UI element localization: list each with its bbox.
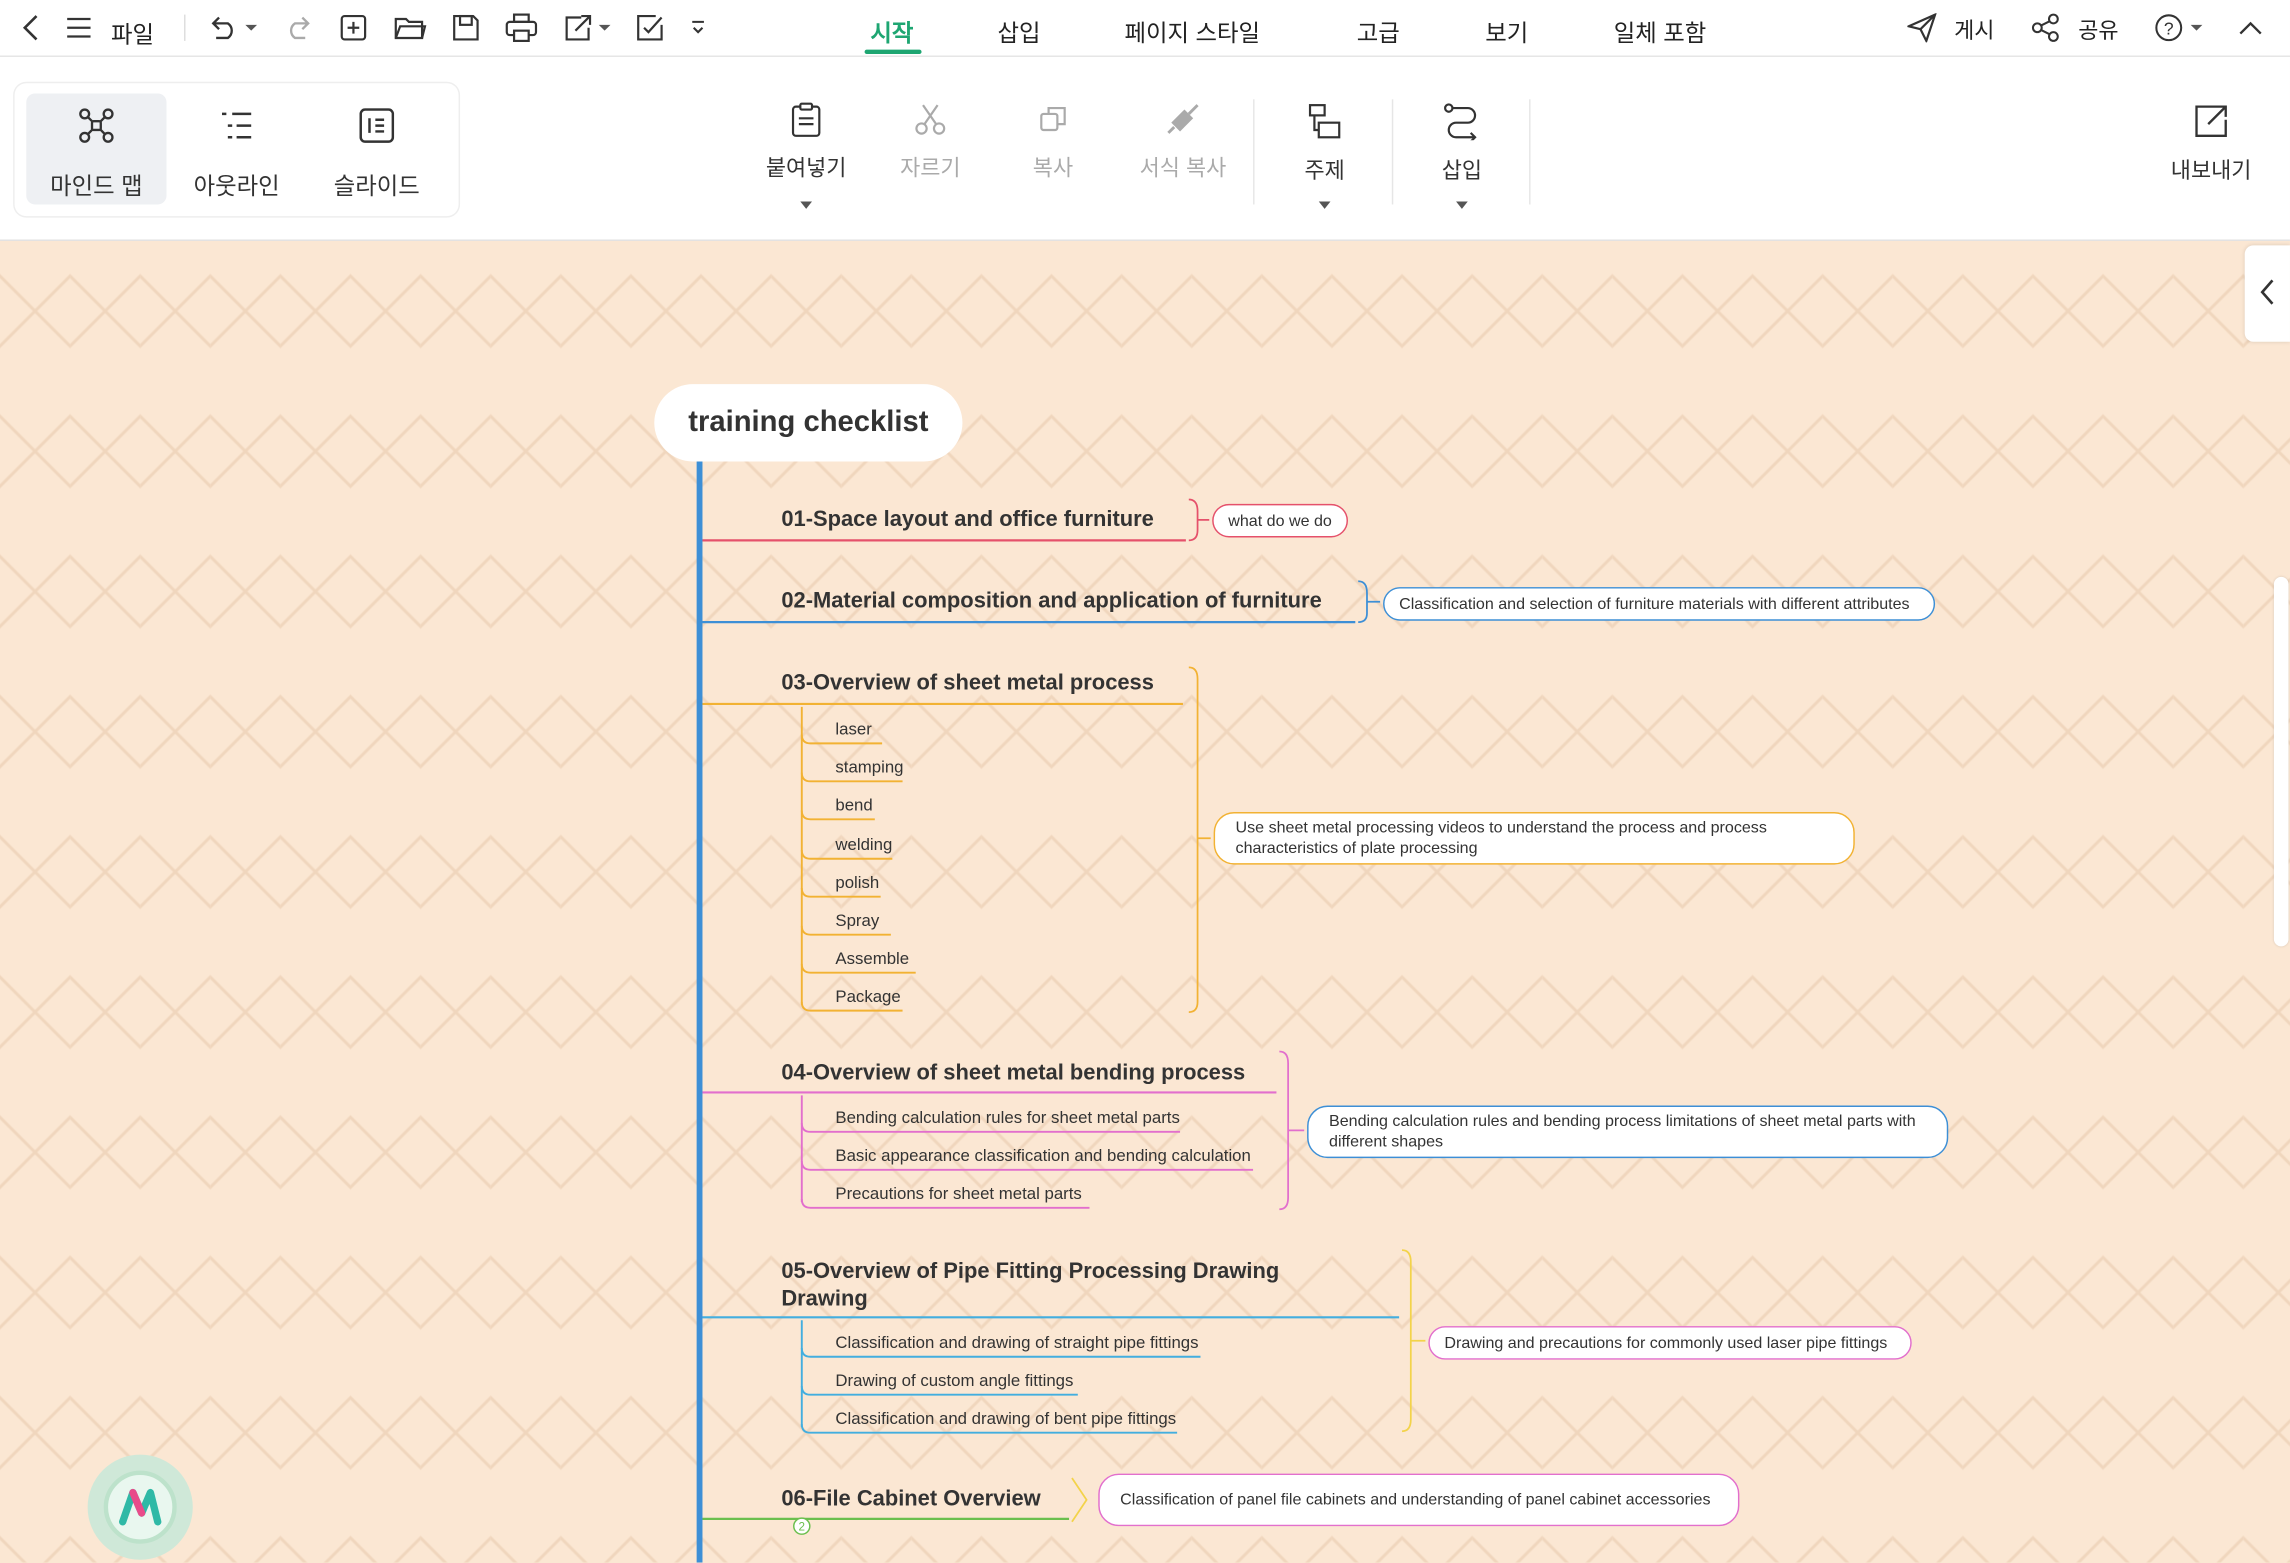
callout-text: Bending calculation rules and bending pr… [1329, 1112, 1916, 1151]
topic-02[interactable]: 02-Material composition and application … [781, 589, 1321, 614]
note-bracket [1188, 666, 1211, 1013]
callout-note[interactable]: Bending calculation rules and bending pr… [1307, 1105, 1949, 1159]
subtopic[interactable]: Classification and drawing of bent pipe … [835, 1411, 1176, 1429]
callout-note[interactable]: Classification of panel file cabinets an… [1098, 1473, 1740, 1527]
subtopic[interactable]: Spray [835, 913, 879, 931]
callout-text: what do we do [1228, 511, 1332, 530]
callout-note[interactable]: what do we do [1212, 503, 1348, 538]
callout-text: Classification of panel file cabinets an… [1120, 1491, 1711, 1509]
callout-text: Classification and selection of furnitur… [1399, 595, 1910, 613]
topic-04[interactable]: 04-Overview of sheet metal bending proce… [781, 1060, 1245, 1085]
collapsed-count-badge[interactable]: 2 [793, 1517, 811, 1535]
subtopic[interactable]: Drawing of custom angle fittings [835, 1373, 1073, 1391]
subtopic[interactable]: polish [835, 875, 879, 893]
subtopic[interactable]: Package [835, 989, 900, 1007]
subtopic[interactable]: Classification and drawing of straight p… [835, 1335, 1198, 1353]
callout-text: Use sheet metal processing videos to und… [1235, 819, 1767, 858]
subtopic[interactable]: welding [835, 837, 892, 855]
topic-06[interactable]: 06-File Cabinet Overview [781, 1487, 1040, 1512]
note-bracket [1401, 1249, 1426, 1433]
callout-note[interactable]: Drawing and precautions for commonly use… [1428, 1326, 1912, 1360]
subtopic[interactable]: Basic appearance classification and bend… [835, 1148, 1250, 1166]
subtopic[interactable]: bend [835, 797, 872, 815]
subtopic[interactable]: Bending calculation rules for sheet meta… [835, 1110, 1180, 1128]
root-topic[interactable]: training checklist [654, 384, 963, 462]
subtopic[interactable]: stamping [835, 759, 903, 777]
ai-logo-icon [103, 1470, 177, 1544]
subtopic[interactable]: laser [835, 721, 871, 739]
callout-note[interactable]: Classification and selection of furnitur… [1383, 587, 1936, 621]
callout-note[interactable]: Use sheet metal processing videos to und… [1213, 812, 1855, 865]
topic-01[interactable]: 01-Space layout and office furniture [781, 507, 1154, 532]
topic-05[interactable]: 05-Overview of Pipe Fitting Processing D… [781, 1257, 1307, 1312]
note-bracket [1279, 1050, 1305, 1211]
topic-03[interactable]: 03-Overview of sheet metal process [781, 670, 1154, 695]
note-bracket [1188, 498, 1210, 542]
note-bracket [1071, 1477, 1088, 1523]
connector-lines [696, 461, 1426, 1563]
callout-text: Drawing and precautions for commonly use… [1444, 1334, 1888, 1352]
note-bracket [1358, 580, 1381, 624]
subtopic[interactable]: Precautions for sheet metal parts [835, 1186, 1081, 1204]
subtopic[interactable]: Assemble [835, 951, 909, 969]
